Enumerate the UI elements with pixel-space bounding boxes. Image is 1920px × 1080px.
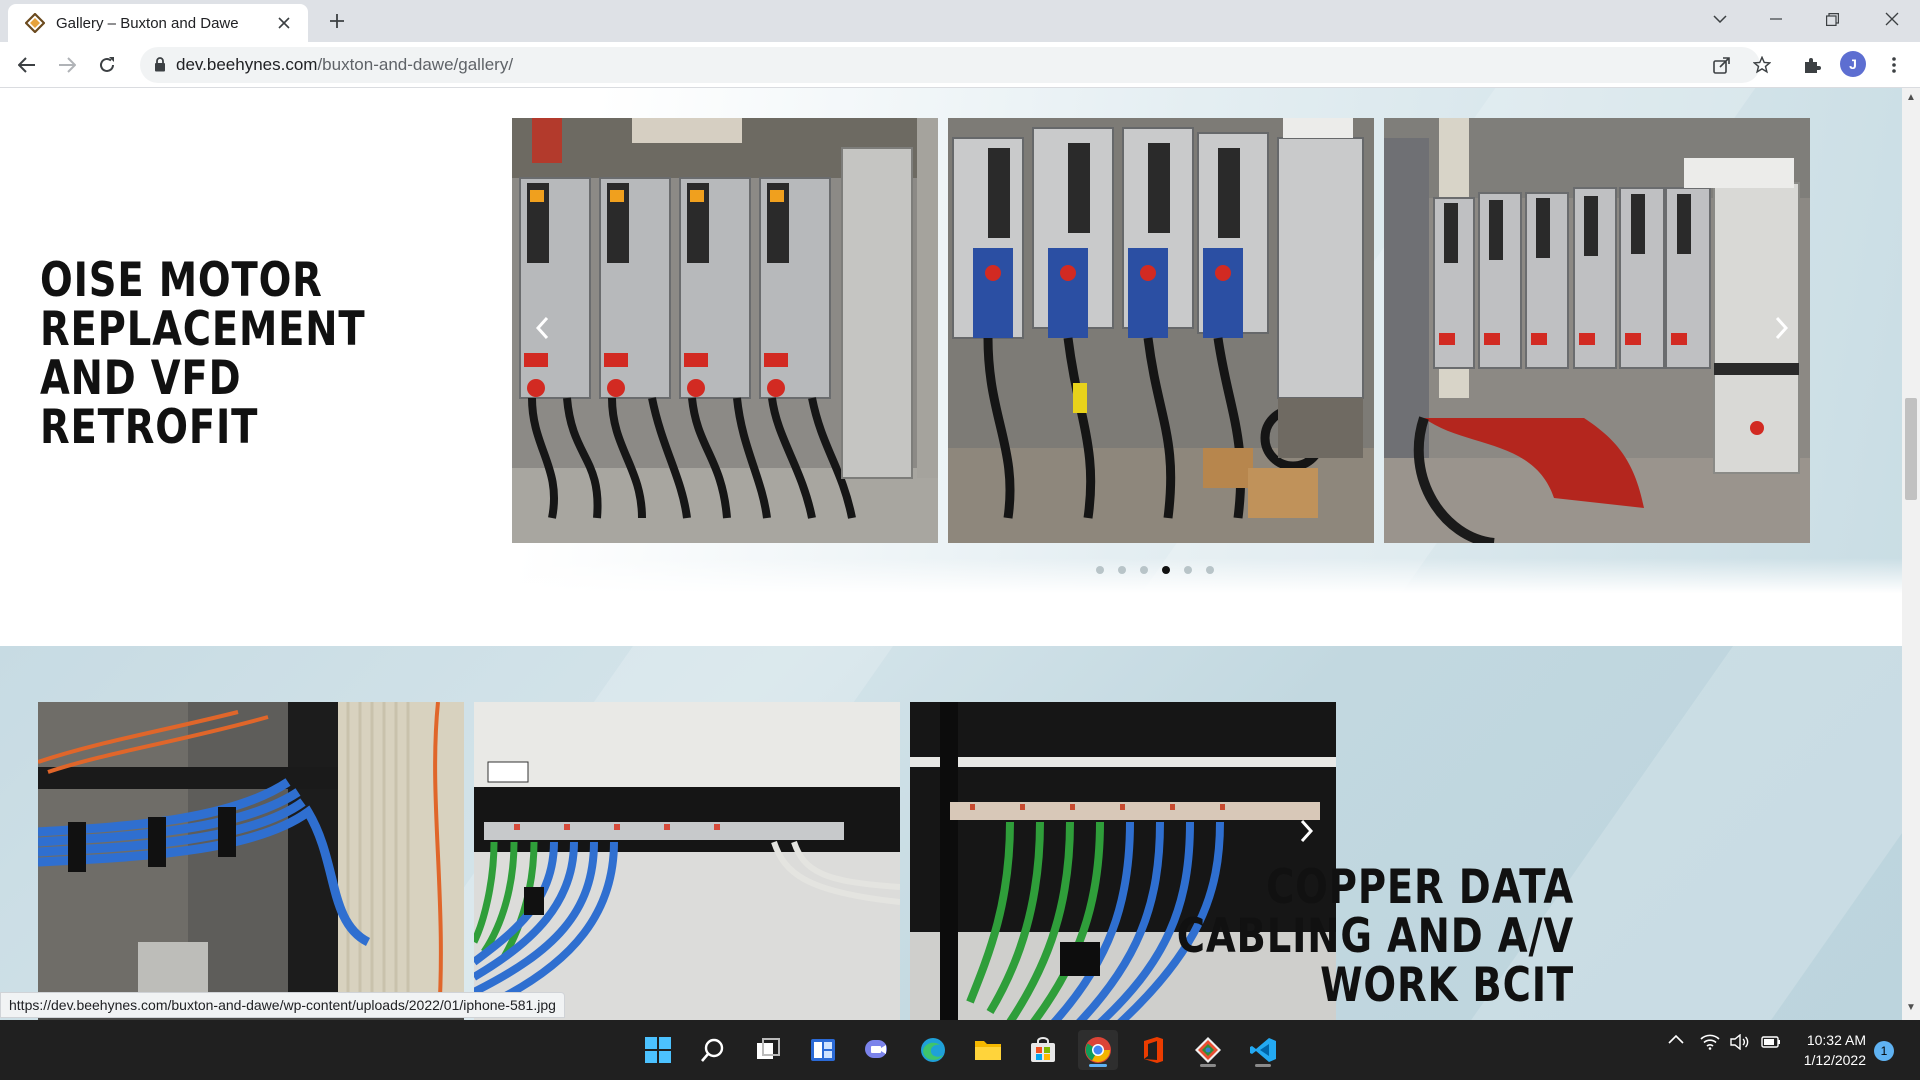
- volume-icon[interactable]: [1730, 1034, 1750, 1050]
- git-icon[interactable]: [1188, 1030, 1228, 1070]
- reload-button[interactable]: [92, 50, 122, 80]
- link-status-bar: https://dev.beehynes.com/buxton-and-dawe…: [0, 992, 565, 1018]
- profile-avatar[interactable]: J: [1840, 51, 1866, 77]
- forward-button[interactable]: [52, 50, 82, 80]
- search-icon[interactable]: [693, 1030, 733, 1070]
- teams-chat-icon[interactable]: [858, 1030, 898, 1070]
- carousel-dot-3[interactable]: [1140, 566, 1148, 574]
- scrollbar-thumb[interactable]: [1905, 398, 1917, 500]
- gallery-photo-vfd-3[interactable]: [1384, 118, 1810, 543]
- carousel-next-arrow-icon[interactable]: [1767, 308, 1797, 348]
- gallery-photo-cabling-1[interactable]: [38, 702, 464, 1020]
- windows-taskbar: 10:32 AM 1/12/2022 1: [0, 1020, 1920, 1080]
- lock-icon[interactable]: [154, 57, 166, 77]
- carousel-dot-2[interactable]: [1118, 566, 1126, 574]
- carousel-dot-4[interactable]: [1162, 566, 1170, 574]
- minimize-button[interactable]: [1748, 0, 1804, 38]
- carousel-dot-6[interactable]: [1206, 566, 1214, 574]
- back-button[interactable]: [12, 50, 42, 80]
- carousel-next-arrow-icon[interactable]: [1292, 811, 1322, 851]
- section-divider: [0, 558, 1902, 646]
- battery-icon[interactable]: [1760, 1034, 1782, 1050]
- carousel-dot-1[interactable]: [1096, 566, 1104, 574]
- file-explorer-icon[interactable]: [968, 1030, 1008, 1070]
- clock-date: 1/12/2022: [1803, 1052, 1866, 1068]
- tray-overflow-chevron-icon[interactable]: [1668, 1034, 1684, 1044]
- page-scrollbar[interactable]: ▲ ▼: [1902, 88, 1920, 1020]
- page-viewport: OISE MOTOR REPLACEMENT AND VFD RETROFIT: [0, 88, 1902, 1020]
- active-app-indicator: [1089, 1064, 1107, 1067]
- gallery-photo-vfd-1[interactable]: [512, 118, 938, 543]
- section-heading-bcit: COPPER DATA CABLING AND A/V WORK BCIT: [1176, 860, 1574, 1013]
- running-app-indicator: [1200, 1064, 1216, 1067]
- tab-strip: Gallery – Buxton and Dawe: [0, 0, 1920, 42]
- running-app-indicator: [1255, 1064, 1271, 1067]
- carousel-prev-arrow-icon[interactable]: [527, 308, 557, 348]
- scroll-up-arrow-icon[interactable]: ▲: [1906, 92, 1916, 103]
- edge-icon[interactable]: [913, 1030, 953, 1070]
- section-heading-oise: OISE MOTOR REPLACEMENT AND VFD RETROFIT: [40, 253, 366, 455]
- browser-toolbar: dev.beehynes.com/buxton-and-dawe/gallery…: [0, 42, 1920, 88]
- notification-badge[interactable]: 1: [1874, 1041, 1894, 1061]
- scroll-down-arrow-icon[interactable]: ▼: [1906, 1002, 1916, 1013]
- address-bar[interactable]: dev.beehynes.com/buxton-and-dawe/gallery…: [140, 47, 1760, 83]
- tab-search-chevron-icon[interactable]: [1692, 0, 1748, 38]
- new-tab-button[interactable]: [322, 6, 352, 36]
- carousel-pagination: [1096, 566, 1214, 574]
- office-icon[interactable]: [1133, 1030, 1173, 1070]
- browser-menu-icon[interactable]: [1882, 50, 1906, 80]
- taskbar-clock[interactable]: 10:32 AM 1/12/2022: [1796, 1030, 1866, 1070]
- carousel-dot-5[interactable]: [1184, 566, 1192, 574]
- gallery-photo-cabling-2[interactable]: [474, 702, 900, 1020]
- tab-title: Gallery – Buxton and Dawe: [56, 14, 239, 32]
- clock-time: 10:32 AM: [1806, 1032, 1866, 1048]
- start-icon[interactable]: [638, 1030, 678, 1070]
- widgets-icon[interactable]: [803, 1030, 843, 1070]
- vscode-icon[interactable]: [1243, 1030, 1283, 1070]
- gallery-section-bcit: [0, 646, 1902, 1020]
- share-icon[interactable]: [1707, 50, 1737, 80]
- browser-tab[interactable]: Gallery – Buxton and Dawe: [8, 4, 308, 42]
- store-icon[interactable]: [1023, 1030, 1063, 1070]
- task-view-icon[interactable]: [748, 1030, 788, 1070]
- bookmark-star-icon[interactable]: [1747, 50, 1777, 80]
- gallery-photo-vfd-2[interactable]: [948, 118, 1374, 543]
- wifi-icon[interactable]: [1700, 1034, 1720, 1050]
- close-window-button[interactable]: [1864, 0, 1920, 38]
- chrome-icon[interactable]: [1078, 1030, 1118, 1070]
- url-domain: dev.beehynes.com: [176, 55, 318, 74]
- site-favicon-icon: [24, 12, 46, 34]
- url-path: /buxton-and-dawe/gallery/: [317, 55, 514, 74]
- extensions-puzzle-icon[interactable]: [1797, 50, 1827, 80]
- close-tab-icon[interactable]: [272, 11, 296, 35]
- restore-button[interactable]: [1804, 0, 1860, 38]
- gallery-section-oise: OISE MOTOR REPLACEMENT AND VFD RETROFIT: [0, 88, 1902, 646]
